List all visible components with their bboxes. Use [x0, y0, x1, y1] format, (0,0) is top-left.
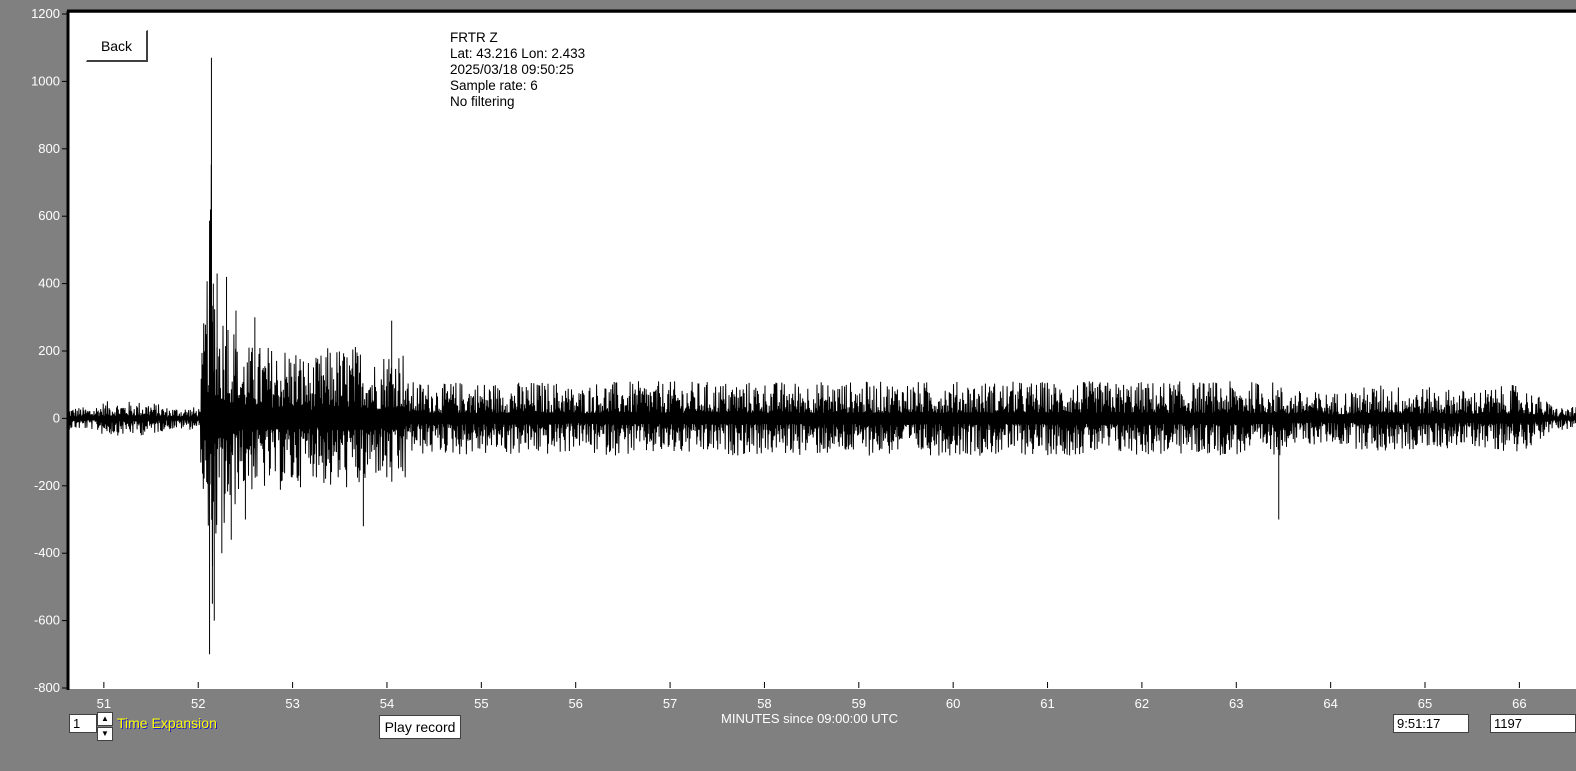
play-record-button[interactable]: Play record: [379, 715, 461, 739]
x-tick-label: 59: [852, 696, 866, 711]
x-tick-label: 62: [1135, 696, 1149, 711]
y-tick-label: 200: [38, 343, 60, 358]
x-tick-label: 51: [97, 696, 111, 711]
y-tick-label: 800: [38, 141, 60, 156]
sample-count-field[interactable]: 1197: [1490, 714, 1576, 733]
x-tick-label: 61: [1040, 696, 1054, 711]
triangle-down-icon[interactable]: ▼: [97, 727, 113, 741]
x-tick-label: 57: [663, 696, 677, 711]
plot-area: [67, 13, 1576, 689]
x-tick-label: 66: [1512, 696, 1526, 711]
x-tick-label: 52: [191, 696, 205, 711]
x-tick-label: 56: [568, 696, 582, 711]
record-datetime: 2025/03/18 09:50:25: [450, 62, 574, 77]
sample-rate: Sample rate: 6: [450, 78, 538, 93]
y-tick-label: 400: [38, 276, 60, 291]
x-tick-label: 64: [1323, 696, 1337, 711]
y-tick-label: 1000: [31, 73, 60, 88]
y-tick-label: 0: [53, 410, 60, 425]
y-axis: 1200 1000 800 600 400 200 0 -200 -400 -600 -800: [31, 6, 68, 695]
back-button[interactable]: Back: [86, 30, 148, 62]
station-name: FRTR Z: [450, 30, 498, 45]
y-tick-label: 1200: [31, 6, 60, 21]
x-axis-label: MINUTES since 09:00:00 UTC: [721, 711, 899, 726]
triangle-up-icon[interactable]: ▲: [97, 712, 113, 726]
time-readout-field[interactable]: 9:51:17: [1393, 714, 1469, 733]
seismogram-chart: 1200 1000 800 600 400 200 0 -200 -400 -600 -800 51…: [31, 6, 1576, 711]
y-tick-label: 600: [38, 208, 60, 223]
y-tick-label: -200: [34, 478, 60, 493]
x-tick-label: 58: [757, 696, 771, 711]
filter-status: No filtering: [450, 94, 515, 109]
x-tick-label: 54: [380, 696, 394, 711]
y-tick-label: -400: [34, 545, 60, 560]
y-tick-label: -800: [34, 680, 60, 695]
station-location: Lat: 43.216 Lon: 2.433: [450, 46, 586, 61]
time-expansion-label: Time Expansion: [117, 715, 217, 731]
x-tick-label: 63: [1229, 696, 1243, 711]
y-tick-label: -600: [34, 613, 60, 628]
time-expansion-input[interactable]: 1: [69, 714, 97, 733]
x-tick-label: 65: [1418, 696, 1432, 711]
x-tick-label: 55: [474, 696, 488, 711]
x-tick-label: 60: [946, 696, 960, 711]
x-tick-label: 53: [285, 696, 299, 711]
